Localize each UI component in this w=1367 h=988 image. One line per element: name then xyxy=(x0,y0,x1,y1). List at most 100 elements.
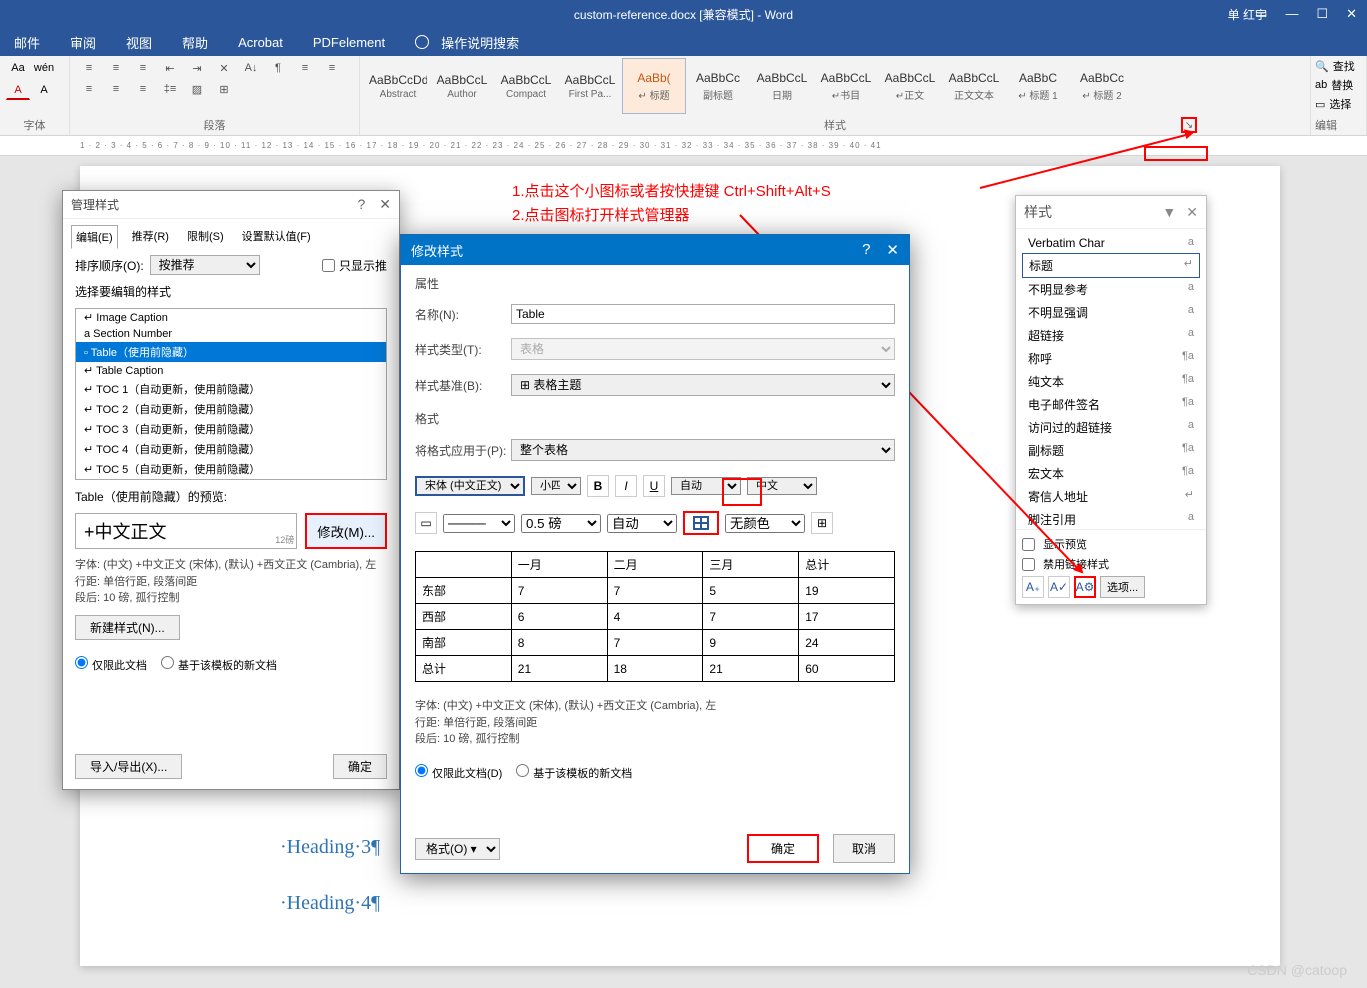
bullets-icon[interactable]: ≡ xyxy=(76,58,102,78)
style-inspector-icon[interactable]: A✓ xyxy=(1048,576,1070,598)
disable-linked-checkbox[interactable]: 禁用链接样式 xyxy=(1022,556,1200,572)
manage-style-item[interactable]: ↵ Image Caption xyxy=(76,309,386,326)
style-list-item[interactable]: 不明显参考a xyxy=(1022,278,1200,301)
style-list-item[interactable]: 称呼¶a xyxy=(1022,347,1200,370)
style-list-item[interactable]: 电子邮件签名¶a xyxy=(1022,393,1200,416)
tab-review[interactable]: 审阅 xyxy=(64,29,102,56)
line-spacing-icon[interactable]: ‡≡ xyxy=(157,79,183,99)
tab-recommend[interactable]: 推荐(R) xyxy=(128,225,173,249)
color-select[interactable]: 自动 xyxy=(671,477,741,495)
show-marks-icon[interactable]: ¶ xyxy=(265,58,291,78)
borders-grid-button[interactable] xyxy=(683,511,719,535)
decrease-indent-icon[interactable]: ⇤ xyxy=(157,58,183,78)
fill-color-select[interactable]: 无颜色 xyxy=(725,514,805,533)
style-list-item[interactable]: 副标题¶a xyxy=(1022,439,1200,462)
font-size-select[interactable]: 小四 xyxy=(531,477,581,495)
manage-style-item[interactable]: ↵ Table Caption xyxy=(76,362,386,379)
style-item[interactable]: AaBb(↵ 标题 xyxy=(622,58,686,114)
style-item[interactable]: AaBbCcDdAbstract xyxy=(366,58,430,114)
ok-button[interactable]: 确定 xyxy=(333,754,387,779)
manage-style-item[interactable]: ▫ Table（使用前隐藏） xyxy=(76,342,386,362)
change-case-icon[interactable]: Aa xyxy=(6,58,30,78)
line-color-select[interactable]: 自动 xyxy=(607,514,677,533)
style-list-item[interactable]: 寄信人地址↵ xyxy=(1022,485,1200,508)
character-border-icon[interactable]: A xyxy=(32,80,56,100)
style-list-item[interactable]: 纯文本¶a xyxy=(1022,370,1200,393)
manage-style-item[interactable]: ↵ TOC 3（自动更新，使用前隐藏） xyxy=(76,419,386,439)
bold-button[interactable]: B xyxy=(587,475,609,497)
style-item[interactable]: AaBbCcLFirst Pa... xyxy=(558,58,622,114)
manage-styles-icon[interactable]: A⚙ xyxy=(1074,576,1096,598)
tab-view[interactable]: 视图 xyxy=(120,29,158,56)
heading-3[interactable]: ·Heading·3¶ xyxy=(280,836,380,859)
select-button[interactable]: ▭选择 xyxy=(1315,96,1362,112)
close-icon[interactable]: ✕ xyxy=(886,241,899,259)
style-item[interactable]: AaBbC↵ 标题 1 xyxy=(1006,58,1070,114)
border-style-button[interactable]: ▭ xyxy=(415,512,437,534)
style-list-item[interactable]: 超链接a xyxy=(1022,324,1200,347)
asian-layout-icon[interactable]: ✕ xyxy=(211,58,237,78)
style-item[interactable]: AaBbCcL日期 xyxy=(750,58,814,114)
close-icon[interactable]: ✕ xyxy=(379,196,391,213)
maximize-icon[interactable]: ☐ xyxy=(1316,6,1328,22)
modify-button[interactable]: 修改(M)... xyxy=(305,513,387,549)
replace-button[interactable]: ab替换 xyxy=(1315,77,1362,93)
this-doc-radio[interactable]: 仅限此文档(D) xyxy=(415,764,502,781)
numbering-icon[interactable]: ≡ xyxy=(103,58,129,78)
line-style-select[interactable]: ──── xyxy=(443,514,515,533)
help-icon[interactable]: ? xyxy=(862,241,870,259)
style-item[interactable]: AaBbCcL正文文本 xyxy=(942,58,1006,114)
align-left-icon[interactable]: ≡ xyxy=(292,58,318,78)
minimize-icon[interactable]: — xyxy=(1285,6,1298,22)
italic-button[interactable]: I xyxy=(615,475,637,497)
new-style-button[interactable]: 新建样式(N)... xyxy=(75,615,180,640)
style-list-item[interactable]: Verbatim Chara xyxy=(1022,233,1200,253)
manage-style-list[interactable]: ↵ Image Captiona Section Number▫ Table（使… xyxy=(75,308,387,480)
manage-style-item[interactable]: a Section Number xyxy=(76,326,386,342)
tab-pdfelement[interactable]: PDFelement xyxy=(307,31,391,54)
font-color-icon[interactable]: A xyxy=(6,80,30,100)
style-list-item[interactable]: 宏文本¶a xyxy=(1022,462,1200,485)
name-input[interactable] xyxy=(511,304,895,324)
styles-pane-header[interactable]: 样式 ▼✕ xyxy=(1016,196,1206,229)
style-item[interactable]: AaBbCcL↵正文 xyxy=(878,58,942,114)
manage-style-item[interactable]: ↵ TOC 1（自动更新，使用前隐藏） xyxy=(76,379,386,399)
help-icon[interactable]: ? xyxy=(357,196,365,213)
sort-icon[interactable]: A↓ xyxy=(238,58,264,78)
tell-me[interactable]: 操作说明搜索 xyxy=(409,25,531,60)
ribbon-options-icon[interactable]: ▭ xyxy=(1255,6,1267,22)
template-radio[interactable]: 基于该模板的新文档 xyxy=(161,656,277,673)
manage-style-item[interactable]: ↵ TOC 2（自动更新，使用前隐藏） xyxy=(76,399,386,419)
underline-button[interactable]: U xyxy=(643,475,665,497)
import-export-button[interactable]: 导入/导出(X)... xyxy=(75,754,182,779)
style-list-item[interactable]: 脚注引用a xyxy=(1022,508,1200,529)
format-menu-button[interactable]: 格式(O) ▾ xyxy=(415,838,500,860)
only-recommend-checkbox[interactable]: 只显示推 xyxy=(322,257,387,274)
style-list-item[interactable]: 不明显强调a xyxy=(1022,301,1200,324)
style-item[interactable]: AaBbCcLAuthor xyxy=(430,58,494,114)
new-style-icon[interactable]: A₊ xyxy=(1022,576,1044,598)
based-on-select[interactable]: ⊞ 表格主题 xyxy=(511,374,895,396)
manage-style-item[interactable]: ↵ TOC 6（自动更新，使用前隐藏） xyxy=(76,479,386,480)
tab-edit[interactable]: 编辑(E) xyxy=(71,225,118,249)
line-weight-select[interactable]: 0.5 磅 xyxy=(521,514,601,533)
options-button[interactable]: 选项... xyxy=(1100,576,1145,598)
modify-dialog-header[interactable]: 修改样式 ?✕ xyxy=(401,235,909,265)
ok-button[interactable]: 确定 xyxy=(747,834,819,863)
style-item[interactable]: AaBbCcLCompact xyxy=(494,58,558,114)
manage-dialog-header[interactable]: 管理样式 ?✕ xyxy=(63,191,399,219)
more-borders-button[interactable]: ⊞ xyxy=(811,512,833,534)
close-icon[interactable]: ✕ xyxy=(1186,204,1198,221)
increase-indent-icon[interactable]: ⇥ xyxy=(184,58,210,78)
lang-select[interactable]: 中文 xyxy=(747,477,817,495)
dropdown-icon[interactable]: ▼ xyxy=(1162,204,1176,221)
find-button[interactable]: 🔍查找 xyxy=(1315,58,1362,74)
tab-restrict[interactable]: 限制(S) xyxy=(183,225,228,249)
sort-select[interactable]: 按推荐 xyxy=(150,255,260,275)
style-list-item[interactable]: 标题↵ xyxy=(1022,253,1200,278)
phonetic-guide-icon[interactable]: wén xyxy=(32,58,56,78)
justify-icon[interactable]: ≡ xyxy=(103,79,129,99)
align-right-icon[interactable]: ≡ xyxy=(76,79,102,99)
heading-4[interactable]: ·Heading·4¶ xyxy=(280,892,380,915)
style-list-item[interactable]: 访问过的超链接a xyxy=(1022,416,1200,439)
